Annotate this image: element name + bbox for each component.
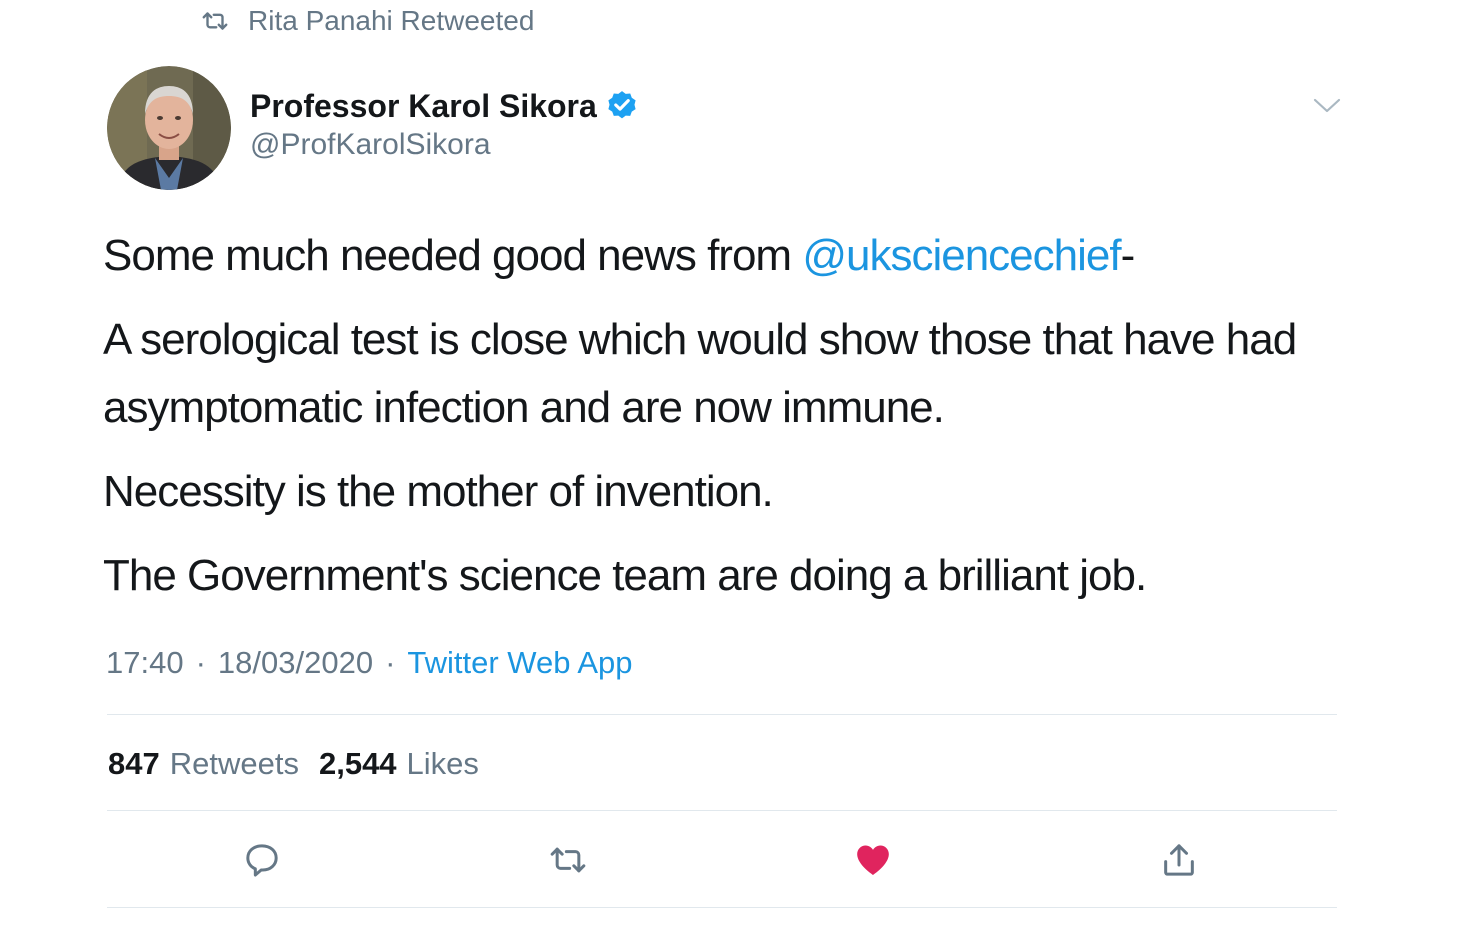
meta-separator: ·	[195, 645, 206, 680]
tweet-paragraph-2: A serological test is close which would …	[103, 315, 1297, 432]
retweets-label: Retweets	[169, 746, 299, 781]
like-button[interactable]	[851, 838, 895, 882]
tweet-meta: 17:40 · 18/03/2020 · Twitter Web App	[106, 642, 633, 684]
share-icon	[1164, 844, 1194, 876]
tweet-text-prefix: Some much needed good news from	[103, 231, 803, 280]
likes-label: Likes	[406, 746, 479, 781]
tweet-paragraph-1: Some much needed good news from @ukscien…	[103, 222, 1333, 290]
avatar[interactable]	[107, 66, 231, 190]
retweet-context[interactable]: Rita Panahi Retweeted	[200, 4, 534, 38]
likes-count: 2,544	[318, 746, 397, 781]
display-name[interactable]: Professor Karol Sikora	[250, 88, 597, 125]
retweet-icon	[202, 12, 228, 30]
tweet-text-suffix: -	[1120, 231, 1136, 280]
retweet-button[interactable]	[546, 838, 590, 882]
reply-icon	[246, 844, 278, 877]
tweet-paragraph-3: Necessity is the mother of invention.	[103, 467, 774, 516]
retweet-context-label: Rita Panahi Retweeted	[248, 5, 535, 36]
meta-separator: ·	[385, 645, 396, 680]
divider	[107, 907, 1337, 908]
tweet-stats: 847 Retweets 2,544 Likes	[108, 742, 479, 786]
profile-photo	[107, 66, 231, 190]
chevron-down-icon[interactable]	[1312, 94, 1342, 116]
tweet-source-link[interactable]: Twitter Web App	[407, 645, 632, 681]
divider	[107, 714, 1337, 715]
retweet-icon	[550, 847, 586, 873]
tweet-text: Some much needed good news from @ukscien…	[103, 222, 1333, 610]
tweet-date[interactable]: 18/03/2020	[218, 645, 373, 681]
reply-button[interactable]	[240, 838, 284, 882]
like-icon	[857, 845, 889, 875]
user-handle: @ProfKarolSikora	[250, 128, 491, 161]
tweet-paragraph-4: The Government's science team are doing …	[103, 551, 1147, 600]
share-button[interactable]	[1157, 838, 1201, 882]
retweets-stat[interactable]: 847 Retweets	[108, 746, 299, 782]
author-block[interactable]: Professor Karol Sikora @ProfKarolSikora	[250, 84, 639, 162]
mention-link[interactable]: @uksciencechief	[802, 231, 1121, 280]
retweets-count: 847	[108, 746, 160, 781]
likes-stat[interactable]: 2,544 Likes	[319, 746, 479, 782]
verified-badge-icon	[608, 91, 636, 119]
tweet-time[interactable]: 17:40	[106, 645, 184, 681]
divider	[107, 810, 1337, 811]
